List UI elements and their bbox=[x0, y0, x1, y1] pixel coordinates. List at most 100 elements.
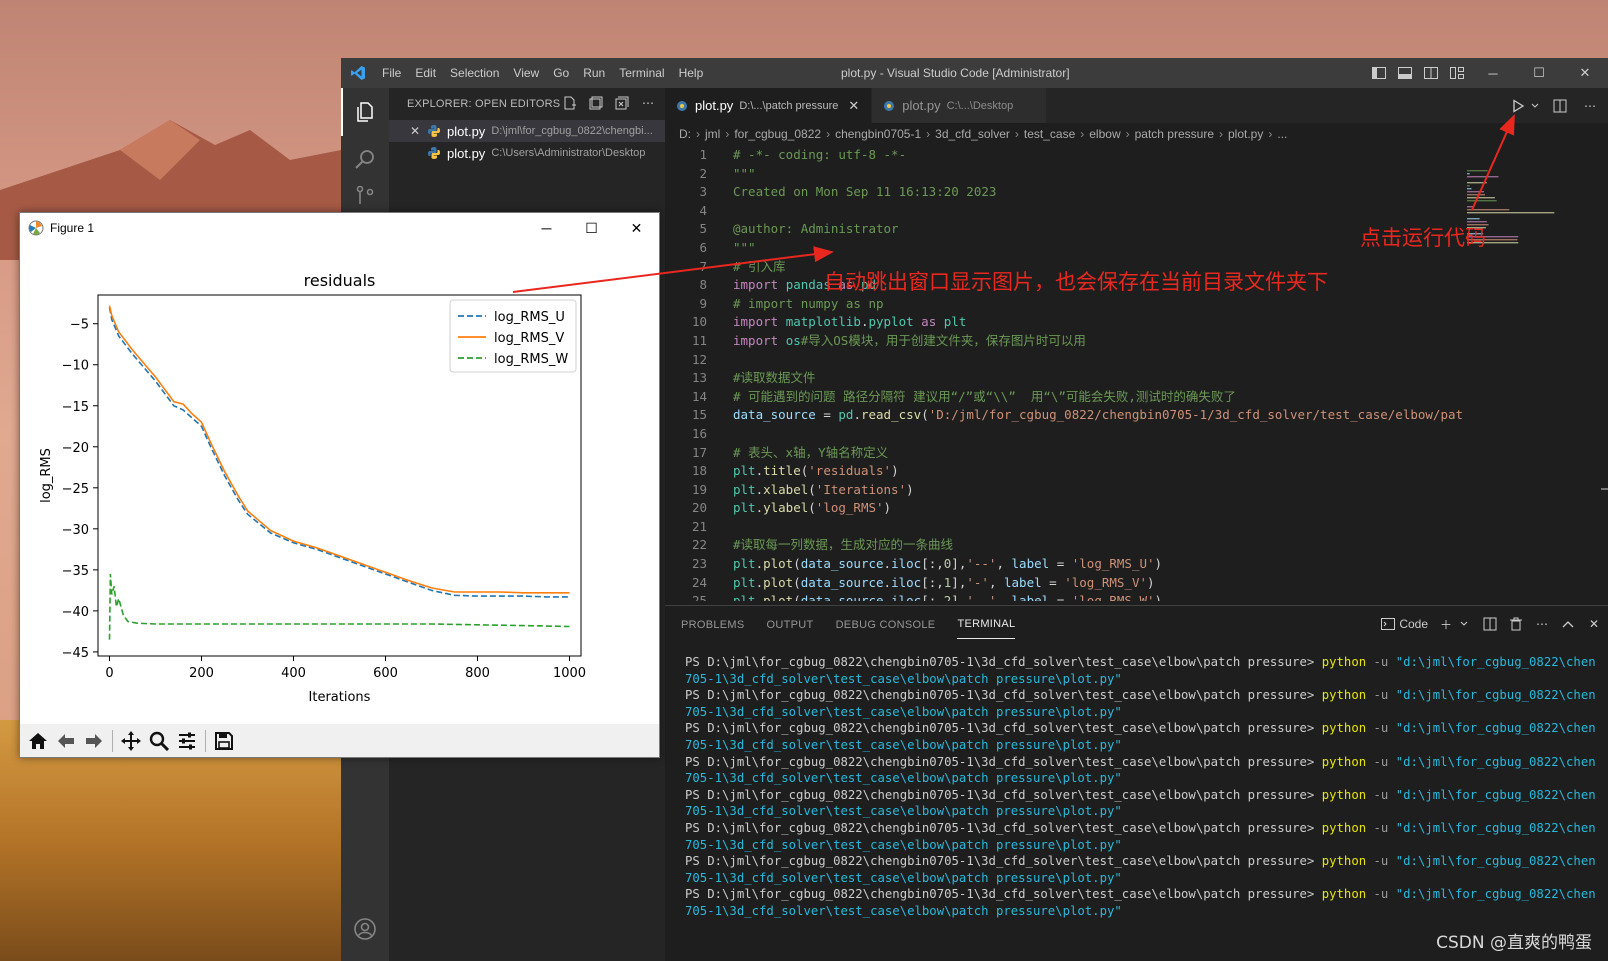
title-bar: File Edit Selection View Go Run Terminal… bbox=[341, 58, 1608, 88]
code-line[interactable]: 14 # 可能遇到的问题 路径分隔符 建议用“/”或“\\” 用“\”可能会失败,… bbox=[665, 388, 1565, 407]
more-actions-icon[interactable]: ⋯ bbox=[1580, 96, 1600, 116]
open-editor-item[interactable]: ✕ plot.py D:\jml\for_cgbug_0822\chengbi.… bbox=[389, 120, 665, 142]
pan-icon[interactable] bbox=[117, 727, 145, 755]
plot-canvas[interactable]: residuals Iterations log_RMS 0 200 400 600 800 1… bbox=[20, 243, 659, 713]
tab-debug-console[interactable]: DEBUG CONSOLE bbox=[836, 610, 936, 639]
more-actions-icon[interactable]: ⋯ bbox=[1534, 612, 1550, 636]
configure-subplots-icon[interactable] bbox=[173, 727, 201, 755]
kill-terminal-icon[interactable] bbox=[1508, 612, 1524, 636]
menu-go[interactable]: Go bbox=[546, 58, 576, 88]
breadcrumb-item[interactable]: plot.py bbox=[1228, 127, 1263, 141]
scrollbar-marker[interactable] bbox=[1601, 488, 1608, 490]
terminal-dropdown-icon[interactable] bbox=[1456, 612, 1472, 636]
code-line[interactable]: 11 import os#导入OS模块，用于创建文件夹，保存图片时可以用 bbox=[665, 332, 1565, 351]
save-all-icon[interactable] bbox=[587, 94, 605, 112]
code-line[interactable]: 24 plt.plot(data_source.iloc[:,1],'-', la… bbox=[665, 574, 1565, 593]
code-editor[interactable]: 1 # -*- coding: utf-8 -*- 2 """ 3 Created on … bbox=[665, 146, 1565, 601]
code-line[interactable]: 25 plt.plot(data_source.iloc[:,2],'--', l… bbox=[665, 592, 1565, 601]
code-line[interactable]: 9 # import numpy as np bbox=[665, 295, 1565, 314]
terminal-line: PS D:\jml\for_cgbug_0822\chengbin0705-1\… bbox=[685, 787, 1595, 804]
menu-terminal[interactable]: Terminal bbox=[612, 58, 671, 88]
code-text: @author: Administrator bbox=[733, 221, 899, 237]
zoom-icon[interactable] bbox=[145, 727, 173, 755]
run-options-chevron-icon[interactable] bbox=[1530, 96, 1540, 116]
close-icon[interactable]: ✕ bbox=[1562, 58, 1608, 88]
menu-help[interactable]: Help bbox=[672, 58, 711, 88]
open-editor-item[interactable]: plot.py C:\Users\Administrator\Desktop bbox=[389, 142, 665, 164]
code-text: # import numpy as np bbox=[733, 295, 884, 311]
breadcrumb-item[interactable]: ... bbox=[1277, 127, 1287, 141]
menu-edit[interactable]: Edit bbox=[408, 58, 443, 88]
close-panel-icon[interactable]: ✕ bbox=[1586, 612, 1602, 636]
code-line[interactable]: 1 # -*- coding: utf-8 -*- bbox=[665, 146, 1565, 165]
toggle-primary-sidebar-icon[interactable] bbox=[1366, 58, 1392, 88]
menu-view[interactable]: View bbox=[506, 58, 546, 88]
breadcrumb-item[interactable]: jml bbox=[705, 127, 720, 141]
breadcrumb-item[interactable]: 3d_cfd_solver bbox=[935, 127, 1010, 141]
accounts-icon[interactable] bbox=[341, 905, 389, 953]
home-icon[interactable] bbox=[24, 727, 52, 755]
breadcrumb-item[interactable]: patch pressure bbox=[1135, 127, 1214, 141]
code-line[interactable]: 15 data_source = pd.read_csv('D:/jml/for_… bbox=[665, 406, 1565, 425]
customize-layout-icon[interactable] bbox=[1444, 58, 1470, 88]
more-actions-icon[interactable]: ⋯ bbox=[639, 94, 657, 112]
explorer-icon[interactable] bbox=[341, 88, 389, 136]
save-figure-icon[interactable] bbox=[210, 727, 238, 755]
menu-run[interactable]: Run bbox=[576, 58, 612, 88]
code-line[interactable]: 23 plt.plot(data_source.iloc[:,0],'--', l… bbox=[665, 555, 1565, 574]
code-line[interactable]: 13 #读取数据文件 bbox=[665, 369, 1565, 388]
close-icon[interactable]: ✕ bbox=[614, 213, 659, 243]
run-python-file-icon[interactable] bbox=[1508, 96, 1528, 116]
source-control-icon[interactable] bbox=[341, 184, 389, 208]
code-line[interactable]: 21 bbox=[665, 518, 1565, 537]
maximize-icon[interactable]: ☐ bbox=[1516, 58, 1562, 88]
toggle-secondary-sidebar-icon[interactable] bbox=[1418, 58, 1444, 88]
terminal-shell-selector[interactable]: Code bbox=[1381, 612, 1428, 636]
breadcrumb-item[interactable]: D: bbox=[679, 127, 691, 141]
tab-close-icon[interactable]: ✕ bbox=[848, 98, 859, 114]
open-editor-name: plot.py bbox=[447, 145, 486, 161]
minimize-icon[interactable]: ─ bbox=[524, 213, 569, 243]
search-icon[interactable] bbox=[341, 136, 389, 184]
close-editor-icon[interactable]: ✕ bbox=[403, 124, 427, 138]
back-arrow-icon[interactable] bbox=[52, 727, 80, 755]
terminal-output[interactable]: PS D:\jml\for_cgbug_0822\chengbin0705-1\… bbox=[685, 654, 1595, 920]
split-editor-icon[interactable] bbox=[1550, 96, 1570, 116]
code-line[interactable]: 10 import matplotlib.pyplot as plt bbox=[665, 313, 1565, 332]
breadcrumb-item[interactable]: test_case bbox=[1024, 127, 1075, 141]
tab-output[interactable]: OUTPUT bbox=[767, 610, 814, 639]
breadcrumb-item[interactable]: chengbin0705-1 bbox=[835, 127, 921, 141]
code-line[interactable]: 2 """ bbox=[665, 165, 1565, 184]
tab-plot-py-patch-pressure[interactable]: plot.py D:\...\patch pressure ✕ bbox=[665, 88, 873, 123]
code-line[interactable]: 17 # 表头、x轴，Y轴名称定义 bbox=[665, 444, 1565, 463]
code-line[interactable]: 16 bbox=[665, 425, 1565, 444]
minimize-icon[interactable]: ─ bbox=[1470, 58, 1516, 88]
maximize-icon[interactable]: ☐ bbox=[569, 213, 614, 243]
terminal-line: PS D:\jml\for_cgbug_0822\chengbin0705-1\… bbox=[685, 720, 1595, 737]
close-all-icon[interactable] bbox=[613, 94, 631, 112]
code-line[interactable]: 22 #读取每一列数据，生成对应的一条曲线 bbox=[665, 536, 1565, 555]
code-line[interactable]: 3 Created on Mon Sep 11 16:13:20 2023 bbox=[665, 183, 1565, 202]
line-number: 12 bbox=[691, 351, 707, 367]
breadcrumb-item[interactable]: for_cgbug_0822 bbox=[734, 127, 821, 141]
toggle-panel-icon[interactable] bbox=[1392, 58, 1418, 88]
x-tick-label: 0 bbox=[105, 666, 113, 681]
tab-terminal[interactable]: TERMINAL bbox=[957, 609, 1016, 639]
breadcrumb-item[interactable]: elbow bbox=[1089, 127, 1120, 141]
breadcrumb-separator-icon: › bbox=[725, 127, 730, 141]
maximize-panel-icon[interactable] bbox=[1560, 612, 1576, 636]
code-line[interactable]: 4 bbox=[665, 202, 1565, 221]
tab-problems[interactable]: PROBLEMS bbox=[681, 610, 745, 639]
code-line[interactable]: 12 bbox=[665, 351, 1565, 370]
menu-file[interactable]: File bbox=[375, 58, 408, 88]
new-untitled-file-icon[interactable] bbox=[561, 94, 579, 112]
code-line[interactable]: 20 plt.ylabel('log_RMS') bbox=[665, 499, 1565, 518]
new-terminal-icon[interactable]: ＋ bbox=[1438, 612, 1454, 636]
code-line[interactable]: 19 plt.xlabel('Iterations') bbox=[665, 481, 1565, 500]
forward-arrow-icon[interactable] bbox=[80, 727, 108, 755]
split-terminal-icon[interactable] bbox=[1482, 612, 1498, 636]
menu-selection[interactable]: Selection bbox=[443, 58, 506, 88]
code-line[interactable]: 18 plt.title('residuals') bbox=[665, 462, 1565, 481]
tab-plot-py-desktop[interactable]: plot.py C:\...\Desktop ✕ bbox=[872, 88, 1048, 123]
